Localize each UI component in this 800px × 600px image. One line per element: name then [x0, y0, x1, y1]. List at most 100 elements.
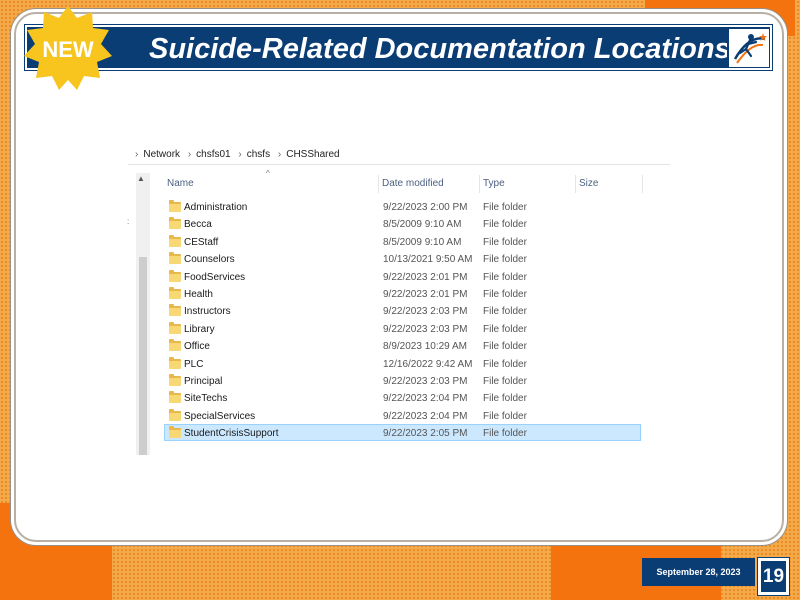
- folder-icon: [169, 252, 181, 265]
- file-date-modified: 8/5/2009 9:10 AM: [383, 219, 462, 231]
- file-type: File folder: [483, 288, 527, 300]
- file-type: File folder: [483, 202, 527, 213]
- scroll-up-arrow-icon[interactable]: ▲: [137, 174, 145, 183]
- file-date-modified: 9/22/2023 2:04 PM: [383, 393, 468, 405]
- file-type: File folder: [483, 341, 527, 353]
- file-type: File folder: [483, 358, 527, 370]
- file-list-row[interactable]: Office 8/9/2023 10:29 AM File folder: [164, 337, 641, 354]
- file-name: Becca: [184, 219, 212, 231]
- column-header-row: ^ Name Date modified Type Size: [164, 169, 644, 193]
- breadcrumb-chevron-icon: ›: [277, 149, 282, 160]
- breadcrumb-item[interactable]: chsfs01: [196, 149, 230, 160]
- file-name: FoodServices: [184, 271, 246, 283]
- file-name: Office: [184, 341, 210, 353]
- file-date-modified: 12/16/2022 9:42 AM: [383, 358, 473, 370]
- logo: [729, 29, 769, 67]
- file-name: CEStaff: [184, 236, 219, 248]
- column-divider[interactable]: [642, 175, 643, 193]
- column-header-name[interactable]: Name: [164, 175, 377, 193]
- address-breadcrumb[interactable]: › Network › chsfs01 › chsfs › CHSShared: [128, 145, 670, 165]
- folder-icon: [169, 200, 181, 212]
- file-date-modified: 9/22/2023 2:03 PM: [383, 323, 468, 335]
- file-date-modified: 9/22/2023 2:01 PM: [383, 271, 468, 283]
- file-type: File folder: [483, 428, 527, 440]
- file-list-row[interactable]: Health 9/22/2023 2:01 PM File folder: [164, 285, 641, 302]
- file-type: File folder: [483, 410, 527, 422]
- page-number: 19: [758, 558, 789, 595]
- runner-logo-icon: [733, 33, 767, 64]
- file-date-modified: 9/22/2023 2:00 PM: [383, 202, 468, 213]
- new-badge: NEW: [22, 4, 114, 92]
- breadcrumb-item[interactable]: CHSShared: [286, 149, 339, 160]
- title-bar: Suicide-Related Documentation Locations: [25, 25, 772, 70]
- folder-icon: [169, 339, 181, 352]
- breadcrumb-chevron-icon: ›: [187, 149, 192, 160]
- column-header-type[interactable]: Type: [480, 175, 575, 193]
- file-date-modified: 9/22/2023 2:04 PM: [383, 410, 468, 422]
- file-name: PLC: [184, 358, 204, 370]
- file-list-row[interactable]: FoodServices 9/22/2023 2:01 PM File folder: [164, 268, 641, 285]
- file-name: SiteTechs: [184, 393, 228, 405]
- file-list-row[interactable]: Administration 9/22/2023 2:00 PM File fold…: [164, 198, 641, 215]
- folder-icon: [169, 321, 181, 334]
- file-type: File folder: [483, 323, 527, 335]
- new-badge-label: NEW: [42, 37, 94, 62]
- file-date-modified: 9/22/2023 2:05 PM: [383, 428, 468, 440]
- file-list-row[interactable]: StudentCrisisSupport 9/22/2023 2:05 PM Fil…: [164, 424, 641, 442]
- folder-icon: [169, 356, 181, 369]
- file-list-row[interactable]: Becca 8/5/2009 9:10 AM File folder: [164, 215, 641, 232]
- file-date-modified: 9/22/2023 2:03 PM: [383, 306, 468, 318]
- file-type: File folder: [483, 219, 527, 231]
- file-list-row[interactable]: SpecialServices 9/22/2023 2:04 PM File fol…: [164, 407, 641, 424]
- scroll-thumb[interactable]: [139, 257, 147, 455]
- breadcrumb-item[interactable]: chsfs: [247, 149, 270, 160]
- file-list-row[interactable]: PLC 12/16/2022 9:42 AM File folder: [164, 355, 641, 372]
- folder-icon: [169, 373, 181, 386]
- file-date-modified: 8/9/2023 10:29 AM: [383, 341, 467, 353]
- file-date-modified: 10/13/2021 9:50 AM: [383, 254, 473, 266]
- file-date-modified: 9/22/2023 2:03 PM: [383, 375, 468, 387]
- file-list-row[interactable]: Counselors 10/13/2021 9:50 AM File folder: [164, 250, 641, 267]
- file-list-row[interactable]: Principal 9/22/2023 2:03 PM File folder: [164, 372, 641, 389]
- file-list-row[interactable]: CEStaff 8/5/2009 9:10 AM File folder: [164, 233, 641, 250]
- folder-icon: [169, 269, 181, 282]
- file-type: File folder: [483, 375, 527, 387]
- file-type: File folder: [483, 271, 527, 283]
- folder-icon: [169, 304, 181, 317]
- file-name: Administration: [184, 202, 248, 213]
- file-list-row[interactable]: SiteTechs 9/22/2023 2:04 PM File folder: [164, 389, 641, 406]
- folder-icon: [169, 408, 181, 421]
- file-name: Library: [184, 323, 215, 335]
- slide-title: Suicide-Related Documentation Locations: [149, 33, 727, 65]
- breadcrumb-chevron-icon: ›: [135, 149, 139, 160]
- file-name: Instructors: [184, 306, 231, 318]
- column-header-size[interactable]: Size: [576, 175, 642, 193]
- file-name: Counselors: [184, 254, 235, 266]
- file-date-modified: 9/22/2023 2:01 PM: [383, 288, 468, 300]
- folder-icon: [169, 217, 181, 230]
- nav-pane-scrollbar[interactable]: ▲: [136, 173, 150, 455]
- file-type: File folder: [483, 306, 527, 318]
- pane-edge-marker: :: [127, 217, 130, 226]
- file-type: File folder: [483, 254, 527, 266]
- breadcrumb-item[interactable]: Network: [143, 149, 180, 160]
- folder-icon: [169, 234, 181, 247]
- folder-icon: [169, 286, 181, 299]
- breadcrumb-chevron-icon: ›: [238, 149, 242, 160]
- slide-date: September 28, 2023: [642, 558, 755, 586]
- file-type: File folder: [483, 236, 527, 248]
- file-explorer-window: › Network › chsfs01 › chsfs › CHSShared : ▲ …: [127, 145, 670, 457]
- file-list: Administration 9/22/2023 2:00 PM File fold…: [164, 198, 641, 442]
- starburst-icon: NEW: [24, 6, 112, 90]
- file-name: SpecialServices: [184, 410, 256, 422]
- folder-icon: [169, 426, 181, 439]
- file-list-row[interactable]: Instructors 9/22/2023 2:03 PM File folder: [164, 302, 641, 319]
- file-date-modified: 8/5/2009 9:10 AM: [383, 236, 462, 248]
- folder-icon: [169, 391, 181, 404]
- column-header-date[interactable]: Date modified: [379, 175, 479, 193]
- file-name: Health: [184, 288, 213, 300]
- file-name: StudentCrisisSupport: [184, 428, 279, 440]
- file-list-row[interactable]: Library 9/22/2023 2:03 PM File folder: [164, 320, 641, 337]
- file-name: Principal: [184, 375, 223, 387]
- file-type: File folder: [483, 393, 527, 405]
